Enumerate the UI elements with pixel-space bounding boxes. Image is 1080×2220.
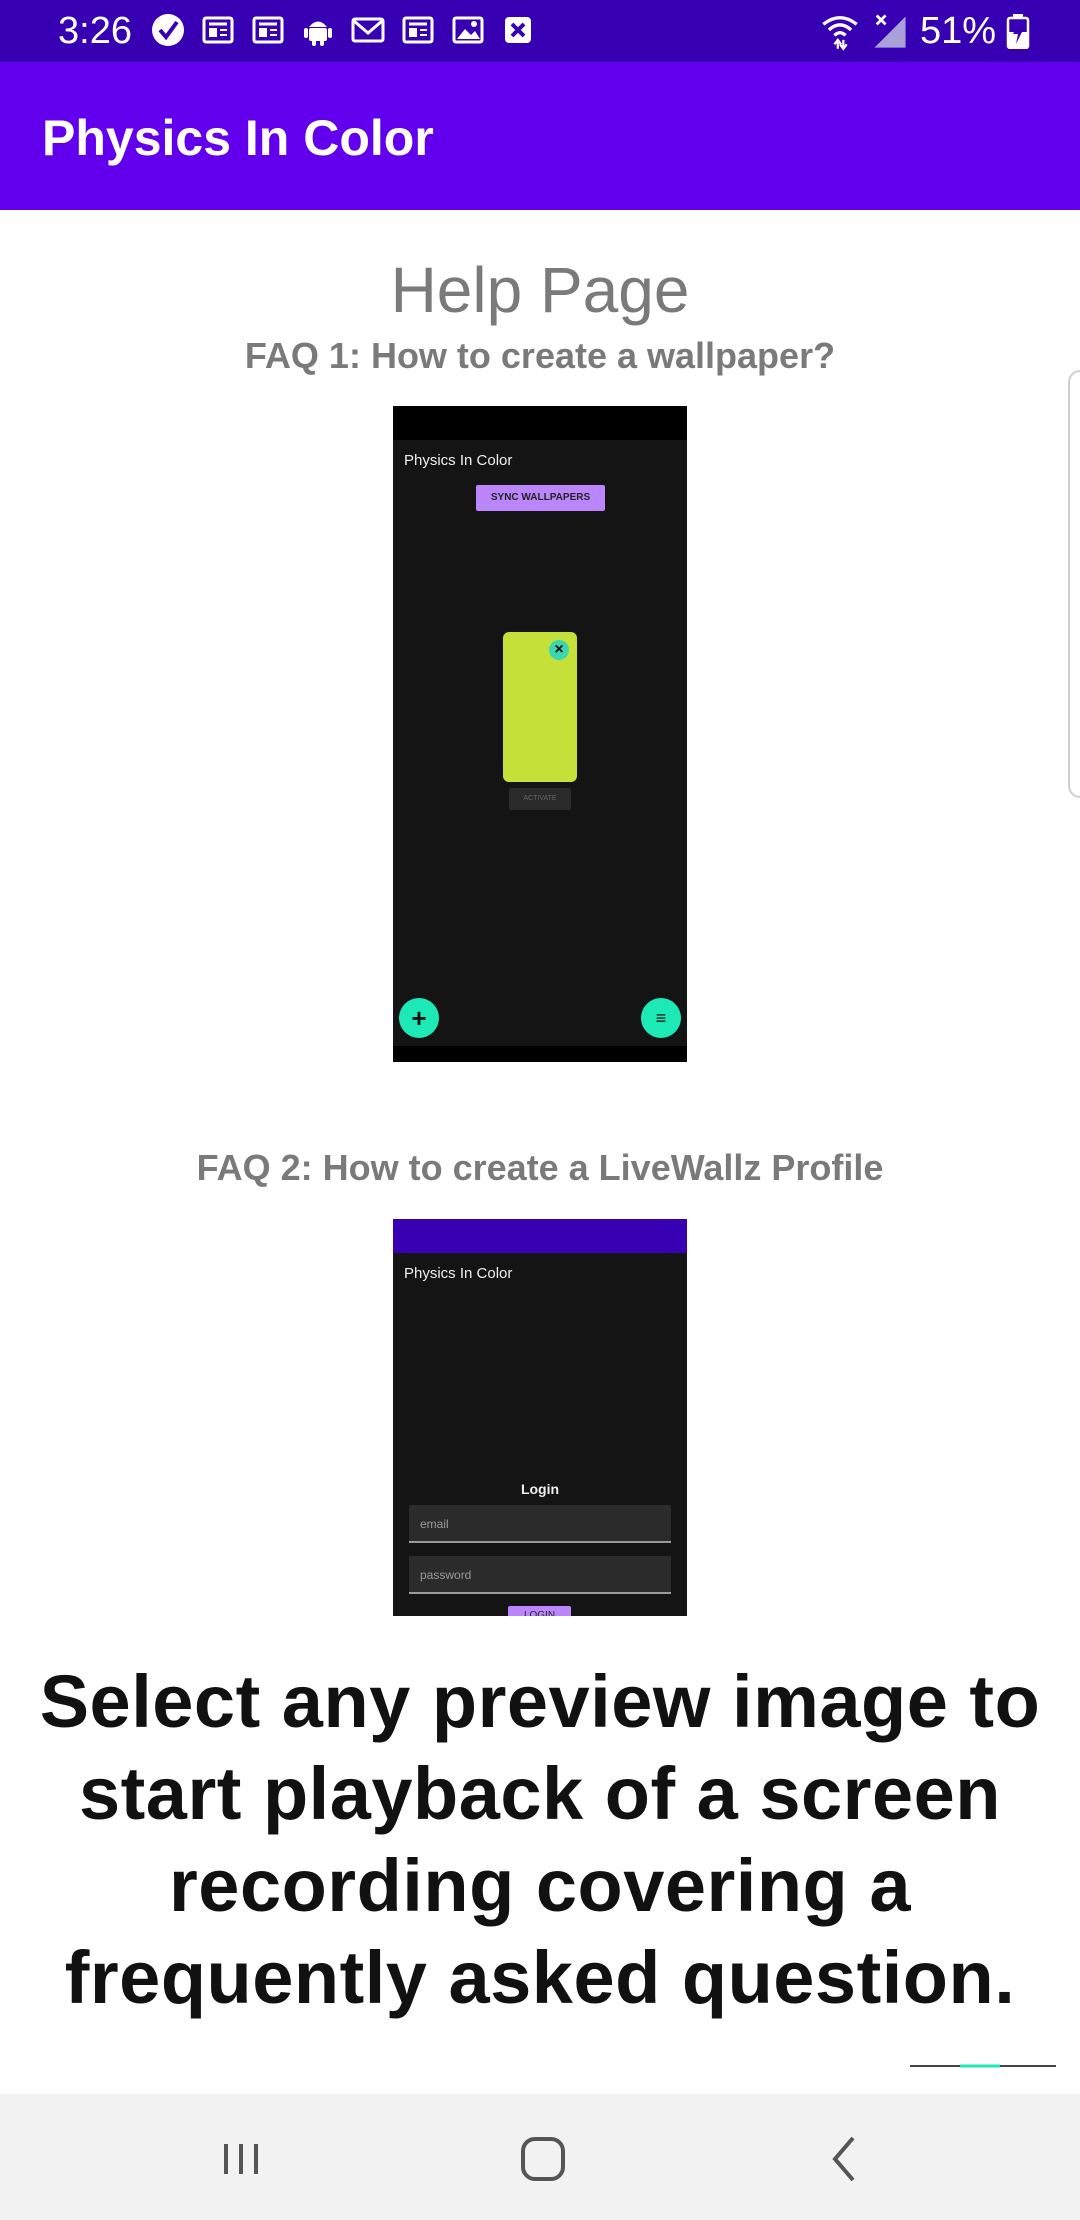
image-icon [452, 16, 484, 44]
preview-app-title: Physics In Color [404, 1265, 513, 1282]
screen: 3:26 51% Physics In Color Help Page FAQ … [0, 0, 1080, 2220]
status-time: 3:26 [58, 10, 132, 52]
instruction-line: recording covering a [169, 1844, 911, 1927]
preview-app-title: Physics In Color [404, 452, 513, 469]
preview-sort-icon: ≡ [641, 998, 681, 1038]
check-circle-icon [152, 14, 184, 46]
news-icon [402, 16, 434, 44]
preview-email-field: email [409, 1505, 671, 1543]
news-icon [202, 16, 234, 44]
recents-icon[interactable] [206, 2124, 276, 2194]
preview-add-icon: + [399, 998, 439, 1038]
battery-charging-icon [1006, 14, 1030, 49]
decorative-stroke [910, 2064, 1056, 2068]
preview-status-bar [393, 1219, 687, 1253]
preview-nav-bar [393, 1046, 687, 1062]
instruction-line: frequently asked question. [64, 1936, 1016, 2019]
home-icon[interactable] [508, 2124, 578, 2194]
preview-activate-button: ACTIVATE [509, 788, 571, 810]
preview-wallpaper-card: × [503, 632, 577, 782]
battery-percentage: 51% [919, 10, 996, 52]
playback-instructions: Select any preview image to start playba… [0, 1656, 1080, 2024]
wifi-icon [822, 16, 858, 51]
preview-login-button: LOGIN [508, 1606, 571, 1616]
signal-icon [874, 14, 906, 48]
preview-sync-wallpapers-button: SYNC WALLPAPERS [476, 485, 605, 511]
app-bar: Physics In Color [0, 62, 1080, 210]
instruction-line: start playback of a screen [79, 1752, 1001, 1835]
faq-1-question: FAQ 1: How to create a wallpaper? [244, 335, 836, 376]
back-icon[interactable] [811, 2124, 881, 2194]
edge-panel-handle[interactable] [1068, 370, 1080, 798]
notification-icons [150, 12, 536, 48]
preview-login-label: Login [520, 1481, 560, 1497]
preview-close-icon: × [549, 640, 569, 660]
instruction-line: Select any preview image to [39, 1660, 1041, 1743]
faq-1-preview-image[interactable]: Physics In Color SYNC WALLPAPERS × ACTIV… [393, 406, 687, 1062]
status-right: 51% [820, 10, 1030, 52]
gmail-icon [351, 17, 385, 43]
page-title: Help Page [390, 254, 690, 326]
status-bar: 3:26 51% [0, 0, 1080, 62]
preview-password-field: password [409, 1556, 671, 1594]
app-title: Physics In Color [42, 110, 434, 166]
close-square-icon [505, 17, 531, 43]
preview-status-bar [393, 406, 687, 440]
faq-2-question: FAQ 2: How to create a LiveWallz Profile [196, 1147, 884, 1188]
news-icon [252, 16, 284, 44]
android-icon [304, 21, 332, 46]
navigation-bar [0, 2094, 1080, 2220]
faq-2-preview-image[interactable]: Physics In Color Login email password LO… [393, 1219, 687, 1616]
